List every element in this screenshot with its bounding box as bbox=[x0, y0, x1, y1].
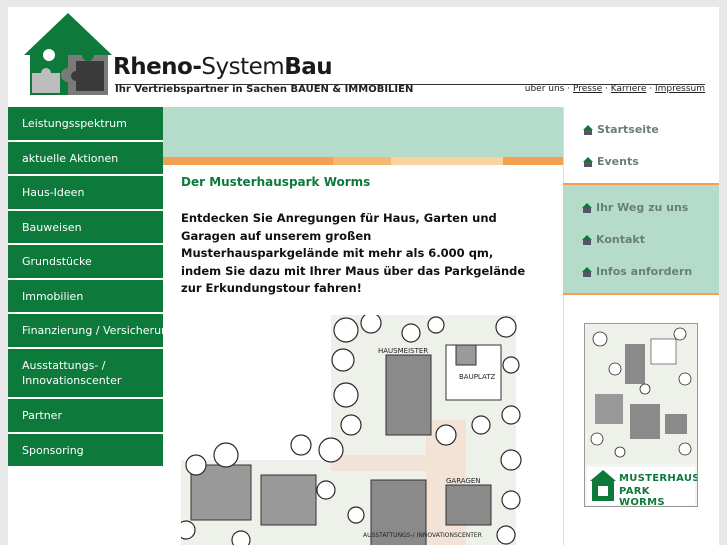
link-separator: · bbox=[564, 84, 573, 94]
right-nav-middle: Ihr Weg zu uns Kontakt Infos anfordern bbox=[563, 185, 719, 293]
nav-item-finanzierung[interactable]: Finanzierung / Versicherung bbox=[8, 314, 163, 349]
nav-item-leistungsspektrum[interactable]: Leistungsspektrum bbox=[8, 107, 163, 142]
right-link-kontakt[interactable]: Kontakt bbox=[581, 233, 645, 246]
puzzle-house-logo[interactable] bbox=[20, 11, 116, 97]
plan-label-hausmeister: HAUSMEISTER bbox=[378, 347, 428, 355]
brand-name: Rheno-SystemBau bbox=[113, 54, 333, 80]
park-site-plan[interactable]: HAUSMEISTER BAUPLATZ GARAGEN AUSSTATTUNG… bbox=[181, 315, 541, 545]
plan-label-garagen: GARAGEN bbox=[446, 477, 481, 485]
right-link-label: Ihr Weg zu uns bbox=[596, 201, 689, 214]
right-link-label: Events bbox=[597, 155, 639, 168]
nav-item-immobilien[interactable]: Immobilien bbox=[8, 280, 163, 314]
main-content: Der Musterhauspark Worms Entdecken Sie A… bbox=[163, 165, 563, 545]
nav-item-partner[interactable]: Partner bbox=[8, 399, 163, 434]
link-presse[interactable]: Presse bbox=[573, 84, 602, 94]
intro-text: Entdecken Sie Anregungen für Haus, Garte… bbox=[181, 211, 526, 295]
musterhauspark-ad[interactable]: MUSTERHAUS PARK WORMS bbox=[584, 323, 698, 507]
brand-part-2: System bbox=[201, 54, 285, 80]
house-icon bbox=[582, 202, 592, 213]
tagline: Ihr Vertriebspartner in Sachen BAUEN & I… bbox=[115, 84, 414, 95]
house-icon bbox=[583, 156, 593, 167]
right-link-infos[interactable]: Infos anfordern bbox=[581, 265, 692, 278]
link-impressum[interactable]: Impressum bbox=[655, 84, 705, 94]
left-navigation: Leistungsspektrum aktuelle Aktionen Haus… bbox=[8, 107, 163, 545]
nav-item-sponsoring[interactable]: Sponsoring bbox=[8, 434, 163, 468]
house-icon bbox=[583, 124, 593, 135]
plan-label-bauplatz: BAUPLATZ bbox=[459, 373, 496, 381]
right-link-events[interactable]: Events bbox=[582, 155, 639, 168]
right-link-startseite[interactable]: Startseite bbox=[582, 123, 659, 136]
nav-item-bauweisen[interactable]: Bauweisen bbox=[8, 211, 163, 245]
house-icon bbox=[582, 266, 592, 277]
ad-line-2: PARK WORMS bbox=[619, 486, 665, 507]
ad-logo: MUSTERHAUS PARK WORMS bbox=[587, 467, 698, 507]
right-link-label: Infos anfordern bbox=[596, 265, 693, 278]
right-link-label: Startseite bbox=[597, 123, 659, 136]
right-link-weg[interactable]: Ihr Weg zu uns bbox=[581, 201, 688, 214]
house-icon bbox=[582, 234, 592, 245]
brand-part-1: Rheno- bbox=[113, 54, 202, 80]
nav-item-grundstuecke[interactable]: Grundstücke bbox=[8, 245, 163, 280]
nav-item-haus-ideen[interactable]: Haus-Ideen bbox=[8, 176, 163, 211]
plan-label-center: AUSSTATTUNGS-/ INNOVATIONSCENTER bbox=[363, 532, 482, 539]
link-ueber-uns[interactable]: über uns bbox=[525, 84, 565, 94]
brand-part-3: Bau bbox=[284, 54, 333, 80]
link-karriere[interactable]: Karriere bbox=[611, 84, 647, 94]
color-stripe bbox=[163, 157, 563, 165]
right-link-label: Kontakt bbox=[596, 233, 645, 246]
page-title: Der Musterhauspark Worms bbox=[181, 175, 371, 189]
right-nav-top: Startseite Events bbox=[563, 107, 719, 183]
top-links: über uns · Presse · Karriere · Impressum bbox=[525, 84, 705, 94]
center-header-band bbox=[163, 107, 563, 157]
ad-line-1: MUSTERHAUS bbox=[619, 473, 698, 484]
ad-plan-thumbnail bbox=[585, 324, 697, 464]
page-frame: Rheno-SystemBau Ihr Vertriebspartner in … bbox=[8, 7, 719, 545]
link-separator: · bbox=[646, 84, 655, 94]
nav-item-ausstattungscenter[interactable]: Ausstattungs- / Innovationscenter bbox=[8, 349, 163, 399]
right-promo-area: MUSTERHAUS PARK WORMS bbox=[563, 295, 719, 545]
link-separator: · bbox=[602, 84, 611, 94]
nav-item-aktuelle-aktionen[interactable]: aktuelle Aktionen bbox=[8, 142, 163, 176]
house-logo-icon bbox=[590, 470, 616, 501]
